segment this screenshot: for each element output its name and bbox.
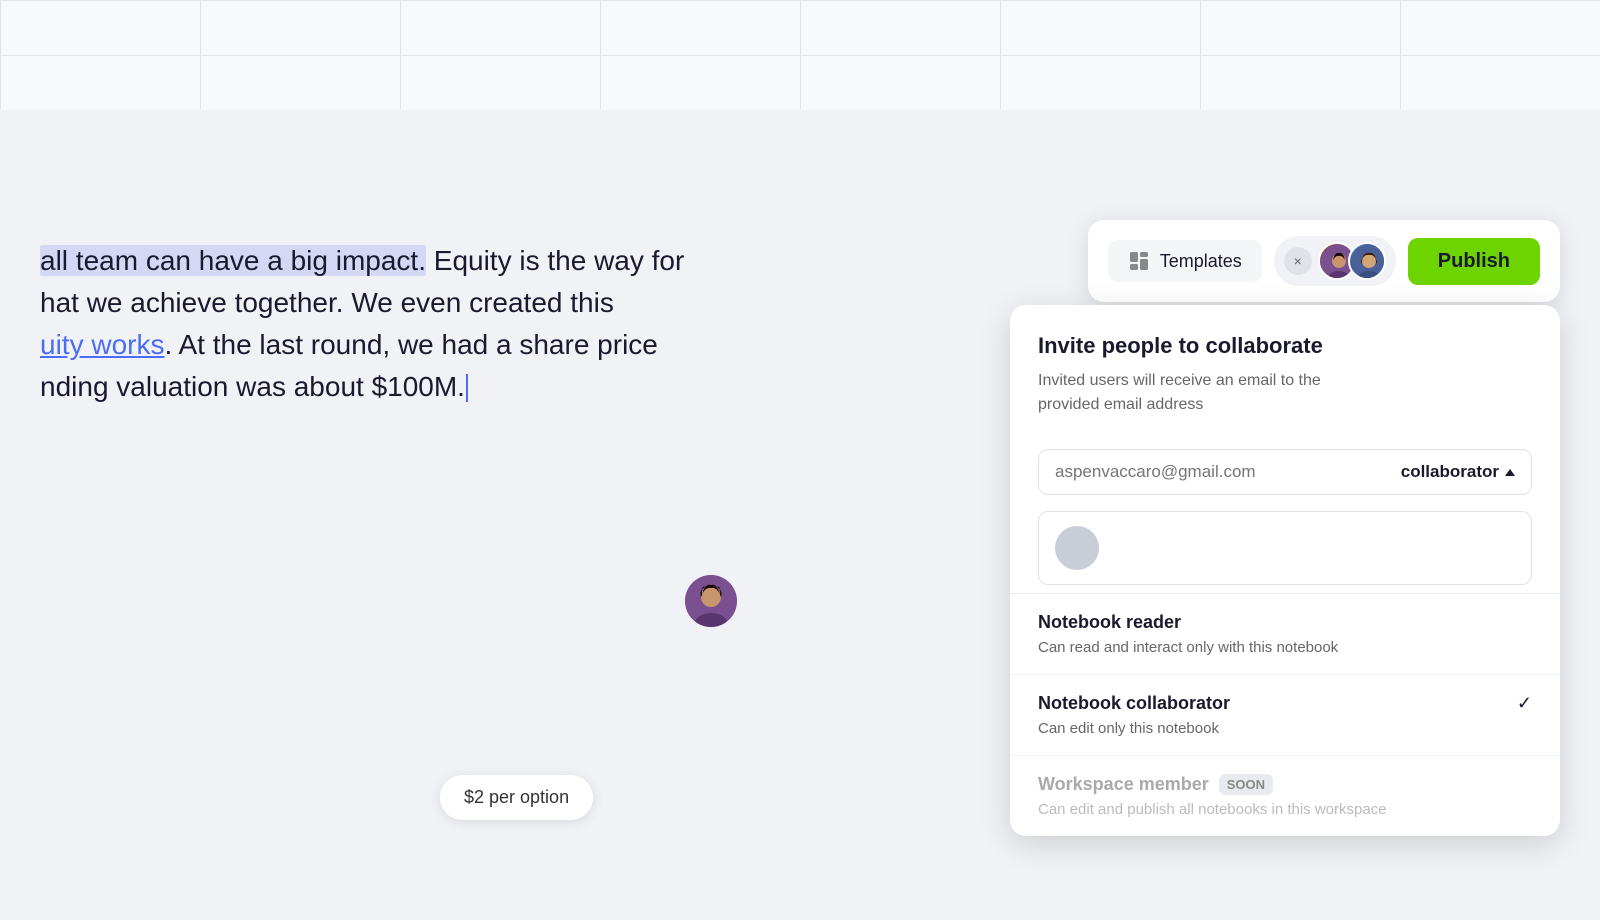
- role-reader-header: Notebook reader: [1038, 612, 1532, 633]
- text-link[interactable]: uity works: [40, 329, 164, 360]
- email-input-row[interactable]: collaborator: [1038, 449, 1532, 495]
- editor-text: all team can have a big impact. Equity i…: [0, 240, 740, 408]
- role-selector[interactable]: collaborator: [1401, 462, 1515, 482]
- text-line1-suffix: Equity is the way for: [426, 245, 684, 276]
- text-cursor: [466, 374, 468, 402]
- close-collaborators-button[interactable]: ×: [1284, 247, 1312, 275]
- price-badge: $2 per option: [440, 775, 593, 820]
- invite-title: Invite people to collaborate: [1038, 333, 1532, 359]
- avatar-2: [1348, 242, 1386, 280]
- text-line2: hat we achieve together. We even created…: [40, 282, 720, 324]
- highlighted-text: all team can have a big impact.: [40, 245, 426, 276]
- role-dropdown-arrow: [1505, 469, 1515, 476]
- role-label: collaborator: [1401, 462, 1499, 482]
- toolbar-row: Templates ×: [1088, 220, 1560, 302]
- user-row: [1038, 511, 1532, 585]
- text-line3: uity works. At the last round, we had a …: [40, 324, 720, 366]
- avatar-group: [1318, 242, 1386, 280]
- role-item-workspace: Workspace member SOON Can edit and publi…: [1010, 756, 1560, 836]
- role-workspace-desc: Can edit and publish all notebooks in th…: [1038, 801, 1532, 818]
- templates-label: Templates: [1160, 251, 1242, 272]
- user-avatar-small: [1055, 526, 1099, 570]
- grid-background: [0, 0, 1600, 110]
- collaborators-area: ×: [1274, 236, 1396, 286]
- invite-panel: Invite people to collaborate Invited use…: [1010, 305, 1560, 836]
- role-workspace-header: Workspace member SOON: [1038, 774, 1532, 795]
- role-reader-desc: Can read and interact only with this not…: [1038, 639, 1532, 656]
- roles-list: Notebook reader Can read and interact on…: [1010, 593, 1560, 836]
- text-line3-suffix: . At the last round, we had a share pric…: [164, 329, 657, 360]
- role-collaborator-name: Notebook collaborator: [1038, 693, 1230, 714]
- avatar-female-editor: [685, 575, 737, 627]
- templates-icon: [1128, 250, 1150, 272]
- close-icon: ×: [1294, 253, 1302, 269]
- invite-header: Invite people to collaborate Invited use…: [1010, 305, 1560, 433]
- role-workspace-name: Workspace member: [1038, 774, 1209, 795]
- check-icon: ✓: [1517, 693, 1532, 714]
- price-label: $2 per option: [464, 787, 569, 807]
- publish-label: Publish: [1438, 250, 1510, 272]
- text-line4-content: nding valuation was about $100M.: [40, 371, 465, 402]
- content-area: all team can have a big impact. Equity i…: [0, 110, 1600, 920]
- role-item-reader[interactable]: Notebook reader Can read and interact on…: [1010, 594, 1560, 675]
- soon-badge: SOON: [1219, 774, 1273, 795]
- invite-subtitle: Invited users will receive an email to t…: [1038, 369, 1532, 417]
- role-collaborator-desc: Can edit only this notebook: [1038, 720, 1532, 737]
- text-line4: nding valuation was about $100M.: [40, 366, 720, 408]
- toolbar-card: Templates ×: [1088, 220, 1560, 302]
- email-input[interactable]: [1055, 462, 1389, 482]
- role-reader-name: Notebook reader: [1038, 612, 1181, 633]
- publish-button[interactable]: Publish: [1408, 238, 1540, 285]
- templates-button[interactable]: Templates: [1108, 240, 1262, 282]
- role-item-collaborator[interactable]: Notebook collaborator ✓ Can edit only th…: [1010, 675, 1560, 756]
- role-collaborator-header: Notebook collaborator ✓: [1038, 693, 1532, 714]
